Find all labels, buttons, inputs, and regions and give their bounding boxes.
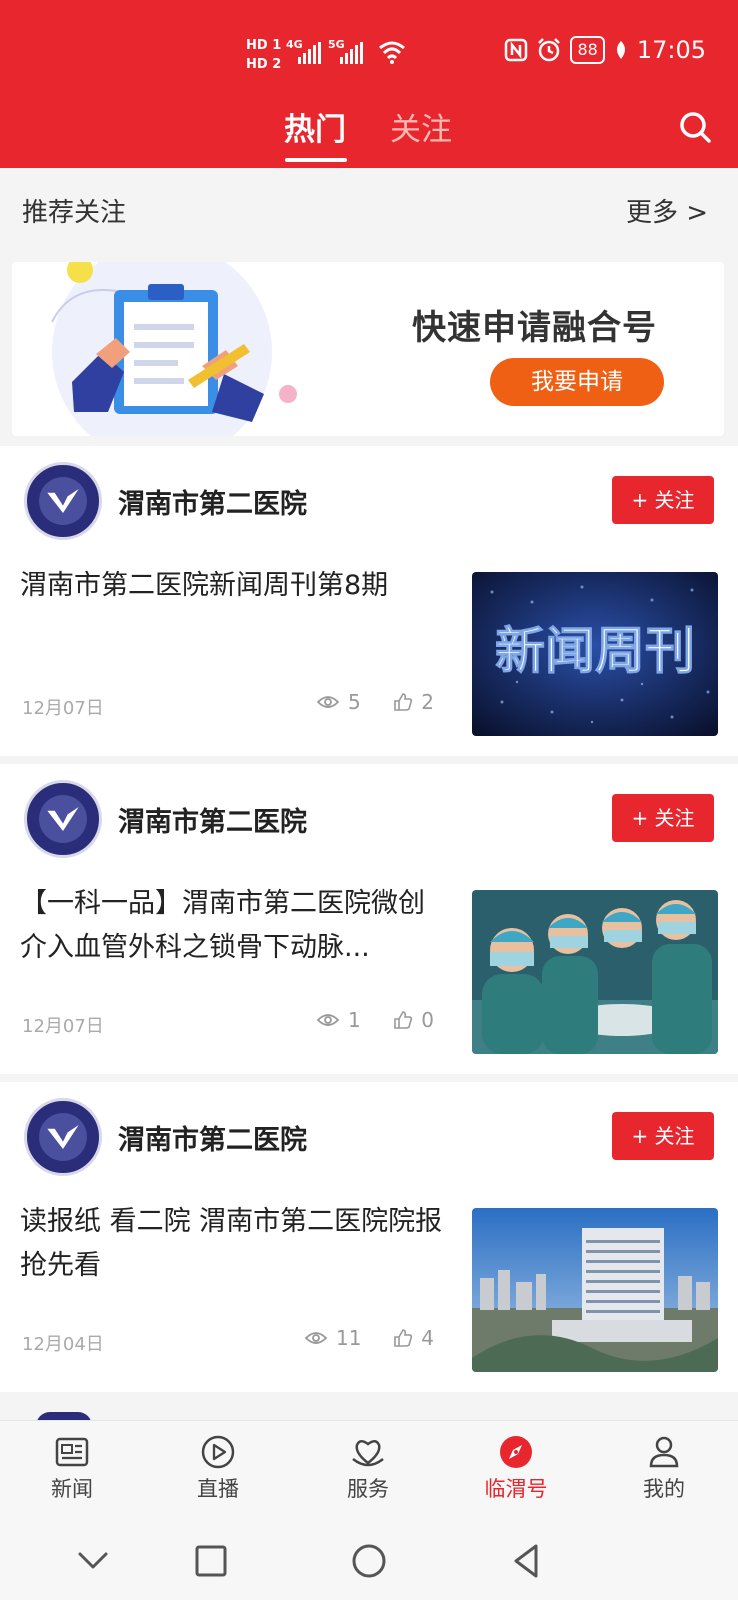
nav-label: 服务 [347, 1477, 389, 1501]
thumbs-up-icon[interactable] [393, 692, 413, 712]
article-stats: 5 2 [316, 690, 434, 714]
eye-icon [316, 1014, 340, 1026]
article-title[interactable]: 【一科一品】渭南市第二医院微创介入血管外科之锁骨下动脉... [20, 882, 450, 970]
thumbs-up-icon[interactable] [393, 1328, 413, 1348]
surgery-photo [472, 890, 718, 1054]
system-navigation-bar [0, 1524, 738, 1600]
app-header: HD 1 HD 2 4G 5G 88 17:05 热门 关注 [0, 0, 738, 168]
article-card[interactable]: 渭南市第二医院 + 关注 渭南市第二医院新闻周刊第8期 12月07日 5 2 新… [0, 446, 738, 764]
follow-button[interactable]: + 关注 [612, 794, 714, 842]
source-name[interactable]: 渭南市第二医院 [118, 1118, 307, 1157]
nav-item-linwei[interactable]: 临渭号 [466, 1429, 566, 1503]
article-thumbnail[interactable] [472, 1208, 718, 1372]
service-heart-icon [352, 1440, 384, 1467]
more-link[interactable]: 更多 > [626, 192, 708, 229]
like-count: 2 [421, 690, 434, 714]
recent-apps-icon[interactable] [186, 1536, 236, 1586]
home-icon[interactable] [344, 1536, 394, 1586]
nav-label: 我的 [643, 1477, 685, 1501]
apply-banner[interactable]: 快速申请融合号 我要申请 [12, 262, 724, 436]
eye-icon [304, 1332, 328, 1344]
signal-icon-2 [340, 42, 363, 64]
nav-label: 直播 [197, 1477, 239, 1501]
clock: 17:05 [636, 36, 706, 64]
search-icon[interactable] [678, 110, 712, 144]
status-bar: HD 1 HD 2 4G 5G 88 17:05 [0, 36, 738, 76]
top-tabs: 热门 关注 [0, 104, 738, 162]
article-title[interactable]: 读报纸 看二院 渭南市第二医院院报抢先看 [20, 1200, 450, 1288]
thumbnail-text: 新闻周刊 [495, 622, 695, 680]
article-feed: 渭南市第二医院 + 关注 渭南市第二医院新闻周刊第8期 12月07日 5 2 新… [0, 446, 738, 1422]
article-card[interactable]: 渭南市第二医院 + 关注 【一科一品】渭南市第二医院微创介入血管外科之锁骨下动脉… [0, 764, 738, 1082]
back-icon[interactable] [502, 1536, 552, 1586]
battery-level: 88 [570, 36, 605, 64]
nav-item-mine[interactable]: 我的 [614, 1429, 714, 1503]
hd1-label: HD 1 [246, 38, 282, 53]
article-stats: 1 0 [316, 1008, 434, 1032]
follow-button[interactable]: + 关注 [612, 476, 714, 524]
like-count: 0 [421, 1008, 434, 1032]
nav-item-service[interactable]: 服务 [318, 1429, 418, 1503]
clipboard-illustration [51, 262, 297, 436]
leaf-icon [616, 41, 625, 59]
recommend-section-header: 推荐关注 更多 > [0, 168, 738, 254]
user-icon [649, 1436, 679, 1468]
avatar[interactable] [24, 1098, 102, 1176]
chevron-down-icon[interactable] [68, 1536, 118, 1586]
bottom-navigation: 新闻 直播 服务 临渭号 我的 [0, 1420, 738, 1524]
like-count: 4 [421, 1326, 434, 1350]
avatar[interactable] [24, 462, 102, 540]
apply-button[interactable]: 我要申请 [490, 358, 664, 406]
alarm-icon [538, 38, 561, 62]
article-card[interactable]: 渭南市第二医院 + 关注 读报纸 看二院 渭南市第二医院院报抢先看 12月04日… [0, 1082, 738, 1400]
status-right: 88 17:05 [504, 36, 706, 64]
view-count: 5 [348, 690, 361, 714]
hd-indicator: HD 1 HD 2 [246, 36, 281, 74]
hospital-building-photo [472, 1208, 718, 1372]
banner-title: 快速申请融合号 [412, 308, 657, 348]
article-stats: 11 4 [304, 1326, 434, 1350]
article-date: 12月07日 [22, 698, 104, 719]
article-date: 12月07日 [22, 1016, 104, 1037]
source-name[interactable]: 渭南市第二医院 [118, 482, 307, 521]
thumbs-up-icon[interactable] [393, 1010, 413, 1030]
compass-icon [500, 1436, 532, 1468]
wifi-icon [378, 40, 406, 70]
recommend-title: 推荐关注 [22, 198, 127, 228]
article-date: 12月04日 [22, 1334, 104, 1355]
follow-button[interactable]: + 关注 [612, 1112, 714, 1160]
eye-icon [316, 696, 340, 708]
nav-item-live[interactable]: 直播 [168, 1429, 268, 1503]
article-title[interactable]: 渭南市第二医院新闻周刊第8期 [20, 564, 450, 608]
hd2-label: HD 2 [246, 57, 282, 72]
article-thumbnail[interactable]: 新闻周刊 [472, 572, 718, 736]
avatar[interactable] [24, 780, 102, 858]
view-count: 1 [348, 1008, 361, 1032]
source-name[interactable]: 渭南市第二医院 [118, 800, 307, 839]
nav-label: 新闻 [51, 1477, 93, 1501]
play-icon [201, 1435, 235, 1469]
news-icon [55, 1437, 89, 1467]
nav-label: 临渭号 [484, 1477, 548, 1501]
tab-active-indicator [285, 158, 347, 162]
article-thumbnail[interactable] [472, 890, 718, 1054]
nfc-icon [505, 38, 528, 62]
nav-item-news[interactable]: 新闻 [22, 1429, 122, 1503]
view-count: 11 [336, 1326, 362, 1350]
tab-follow[interactable]: 关注 [390, 104, 452, 149]
signal-icon-1 [298, 42, 321, 64]
tab-hot[interactable]: 热门 [284, 104, 346, 149]
